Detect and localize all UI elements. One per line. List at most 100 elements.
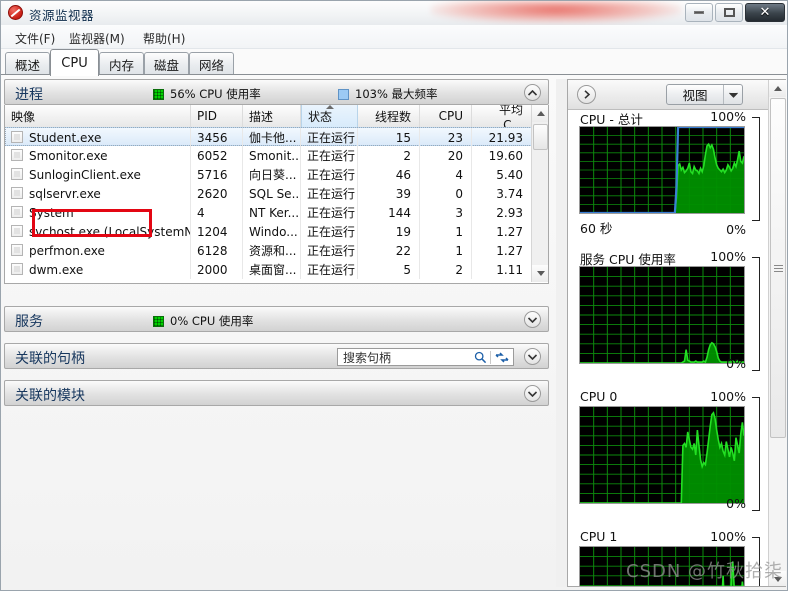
refresh-icon[interactable]	[490, 350, 513, 364]
modules-title: 关联的模块	[15, 388, 85, 404]
services-panel-header[interactable]: 服务 0% CPU 使用率	[4, 306, 549, 332]
services-expand-button[interactable]	[524, 311, 541, 328]
cell-cpu: 4	[420, 165, 472, 184]
blue-swatch-icon	[338, 88, 349, 100]
tab-cpu[interactable]: CPU	[50, 49, 99, 76]
green-swatch-icon	[153, 315, 164, 327]
services-legend: 0% CPU 使用率	[153, 313, 253, 329]
cell-cpu: 2	[420, 260, 472, 279]
graphs-pane: 视图 CPU - 总计 100% 60 秒 0% 服务 CPU 使用率 100% 0% CPU…	[567, 79, 786, 587]
modules-expand-button[interactable]	[524, 385, 541, 402]
handle-search-box[interactable]: 搜索句柄	[337, 348, 514, 366]
close-button[interactable]: ✕	[745, 3, 785, 22]
table-row[interactable]: perfmon.exe 6128 资源和... 正在运行 22 1 1.27	[5, 241, 532, 260]
graph-range-bracket	[752, 397, 760, 511]
scrollbar-thumb[interactable]	[533, 124, 548, 150]
menu-help[interactable]: 帮助(H)	[137, 29, 191, 48]
handles-expand-button[interactable]	[524, 348, 541, 365]
graph-max-label: 100%	[710, 529, 746, 544]
column-header-pid[interactable]: PID	[191, 105, 243, 127]
cell-avgcpu: 21.93	[472, 128, 532, 147]
cell-cpu: 0	[420, 184, 472, 203]
tab-disk[interactable]: 磁盘	[144, 52, 189, 75]
cell-pid: 3456	[191, 128, 243, 147]
table-row[interactable]: Smonitor.exe 6052 Smonit... 正在运行 2 20 19.60	[5, 146, 532, 165]
triangle-up-icon	[773, 86, 782, 91]
graphs-scrollbar-thumb[interactable]	[770, 98, 786, 438]
cell-image: dwm.exe	[5, 260, 191, 279]
graph-title: CPU 1	[580, 529, 618, 544]
tab-network[interactable]: 网络	[189, 52, 234, 75]
graph-max-label: 100%	[710, 109, 746, 124]
graph-3: CPU 1100%0%	[568, 529, 768, 586]
grip-icon	[774, 264, 783, 272]
table-row[interactable]: sqlservr.exe 2620 SQL Se... 正在运行 39 0 3.74	[5, 184, 532, 203]
minimize-button[interactable]	[685, 3, 713, 22]
table-row[interactable]: dwm.exe 2000 桌面窗... 正在运行 5 2 1.11	[5, 260, 532, 279]
cell-status: 正在运行	[301, 260, 358, 279]
cell-status: 正在运行	[301, 203, 358, 222]
scroll-up-button[interactable]	[532, 105, 548, 122]
handles-panel-header[interactable]: 关联的句柄 搜索句柄	[4, 343, 549, 369]
tab-overview[interactable]: 概述	[5, 52, 50, 75]
graphs-vertical-scrollbar[interactable]	[768, 80, 786, 586]
scroll-down-button[interactable]	[532, 265, 548, 282]
graphs-scroll-down-button[interactable]	[769, 571, 786, 586]
graph-range-bracket	[752, 537, 760, 586]
cell-desc: 桌面窗...	[243, 260, 301, 279]
cell-avgcpu: 19.60	[472, 146, 532, 165]
column-header-cpu[interactable]: CPU	[420, 105, 472, 127]
table-row[interactable]: System 4 NT Ker... 正在运行 144 3 2.93	[5, 203, 532, 222]
graph-plot-area	[579, 406, 745, 504]
processes-title: 进程	[15, 87, 43, 103]
handle-search-input[interactable]: 搜索句柄	[338, 349, 470, 366]
column-header-threads[interactable]: 线程数	[358, 105, 420, 127]
table-row[interactable]: Student.exe 3456 伽卡他... 正在运行 15 23 21.93	[5, 127, 532, 147]
cell-avgcpu: 5.40	[472, 165, 532, 184]
cell-pid: 1204	[191, 222, 243, 241]
graph-list: CPU - 总计 100% 60 秒 0% 服务 CPU 使用率 100% 0% CPU 01…	[568, 109, 768, 586]
triangle-down-icon	[773, 577, 782, 582]
menu-file[interactable]: 文件(F)	[9, 29, 61, 48]
column-header-status[interactable]: 状态	[301, 105, 358, 127]
resource-monitor-icon	[8, 5, 23, 20]
processes-collapse-button[interactable]	[524, 84, 541, 101]
cell-image: perfmon.exe	[5, 241, 191, 260]
modules-panel-header[interactable]: 关联的模块	[4, 380, 549, 406]
column-header-image[interactable]: 映像	[5, 105, 191, 127]
triangle-down-icon	[536, 271, 545, 276]
table-row[interactable]: SunloginClient.exe 5716 向日葵... 正在运行 46 4 5.40	[5, 165, 532, 184]
tab-memory[interactable]: 内存	[99, 52, 144, 75]
graph-range-bracket	[752, 257, 760, 371]
view-button[interactable]: 视图	[666, 84, 743, 105]
graphs-collapse-button[interactable]	[577, 85, 596, 104]
cell-status: 正在运行	[301, 165, 358, 184]
column-header-avg-cpu[interactable]: 平均 C...	[472, 105, 532, 132]
cell-image: Smonitor.exe	[5, 146, 191, 165]
maximize-button[interactable]	[715, 3, 743, 22]
table-row[interactable]: svchost.exe (LocalSystemN... 1204 Windo...…	[5, 222, 532, 241]
maximize-icon	[723, 8, 735, 17]
graphs-toolbar: 视图	[568, 80, 786, 110]
title-bar: 资源监视器 ✕	[1, 1, 787, 25]
tab-strip: 概述 CPU 内存 磁盘 网络	[1, 49, 787, 76]
triangle-up-icon	[536, 111, 545, 116]
processes-table: 映像 PID 描述 状态 线程数 CPU 平均 C... Student.exe…	[4, 105, 549, 284]
chevron-right-icon	[583, 90, 590, 99]
menu-monitor[interactable]: 监视器(M)	[63, 29, 131, 48]
legend-cpu-usage: 56% CPU 使用率	[153, 86, 261, 102]
cell-desc: 伽卡他...	[243, 128, 301, 147]
cell-cpu: 20	[420, 146, 472, 165]
cell-threads: 39	[358, 184, 420, 203]
column-header-description[interactable]: 描述	[243, 105, 301, 127]
window-controls: ✕	[685, 3, 785, 23]
cell-avgcpu: 1.11	[472, 260, 532, 279]
cell-pid: 6128	[191, 241, 243, 260]
graphs-scroll-up-button[interactable]	[769, 80, 786, 97]
processes-panel-header[interactable]: 进程 56% CPU 使用率 103% 最大频率	[4, 79, 549, 105]
chevron-down-icon	[528, 316, 537, 323]
magnifier-icon[interactable]	[470, 351, 490, 364]
view-dropdown-arrow[interactable]	[723, 85, 742, 104]
graph-min-label: 0%	[726, 222, 746, 237]
processes-vertical-scrollbar[interactable]	[531, 105, 548, 282]
